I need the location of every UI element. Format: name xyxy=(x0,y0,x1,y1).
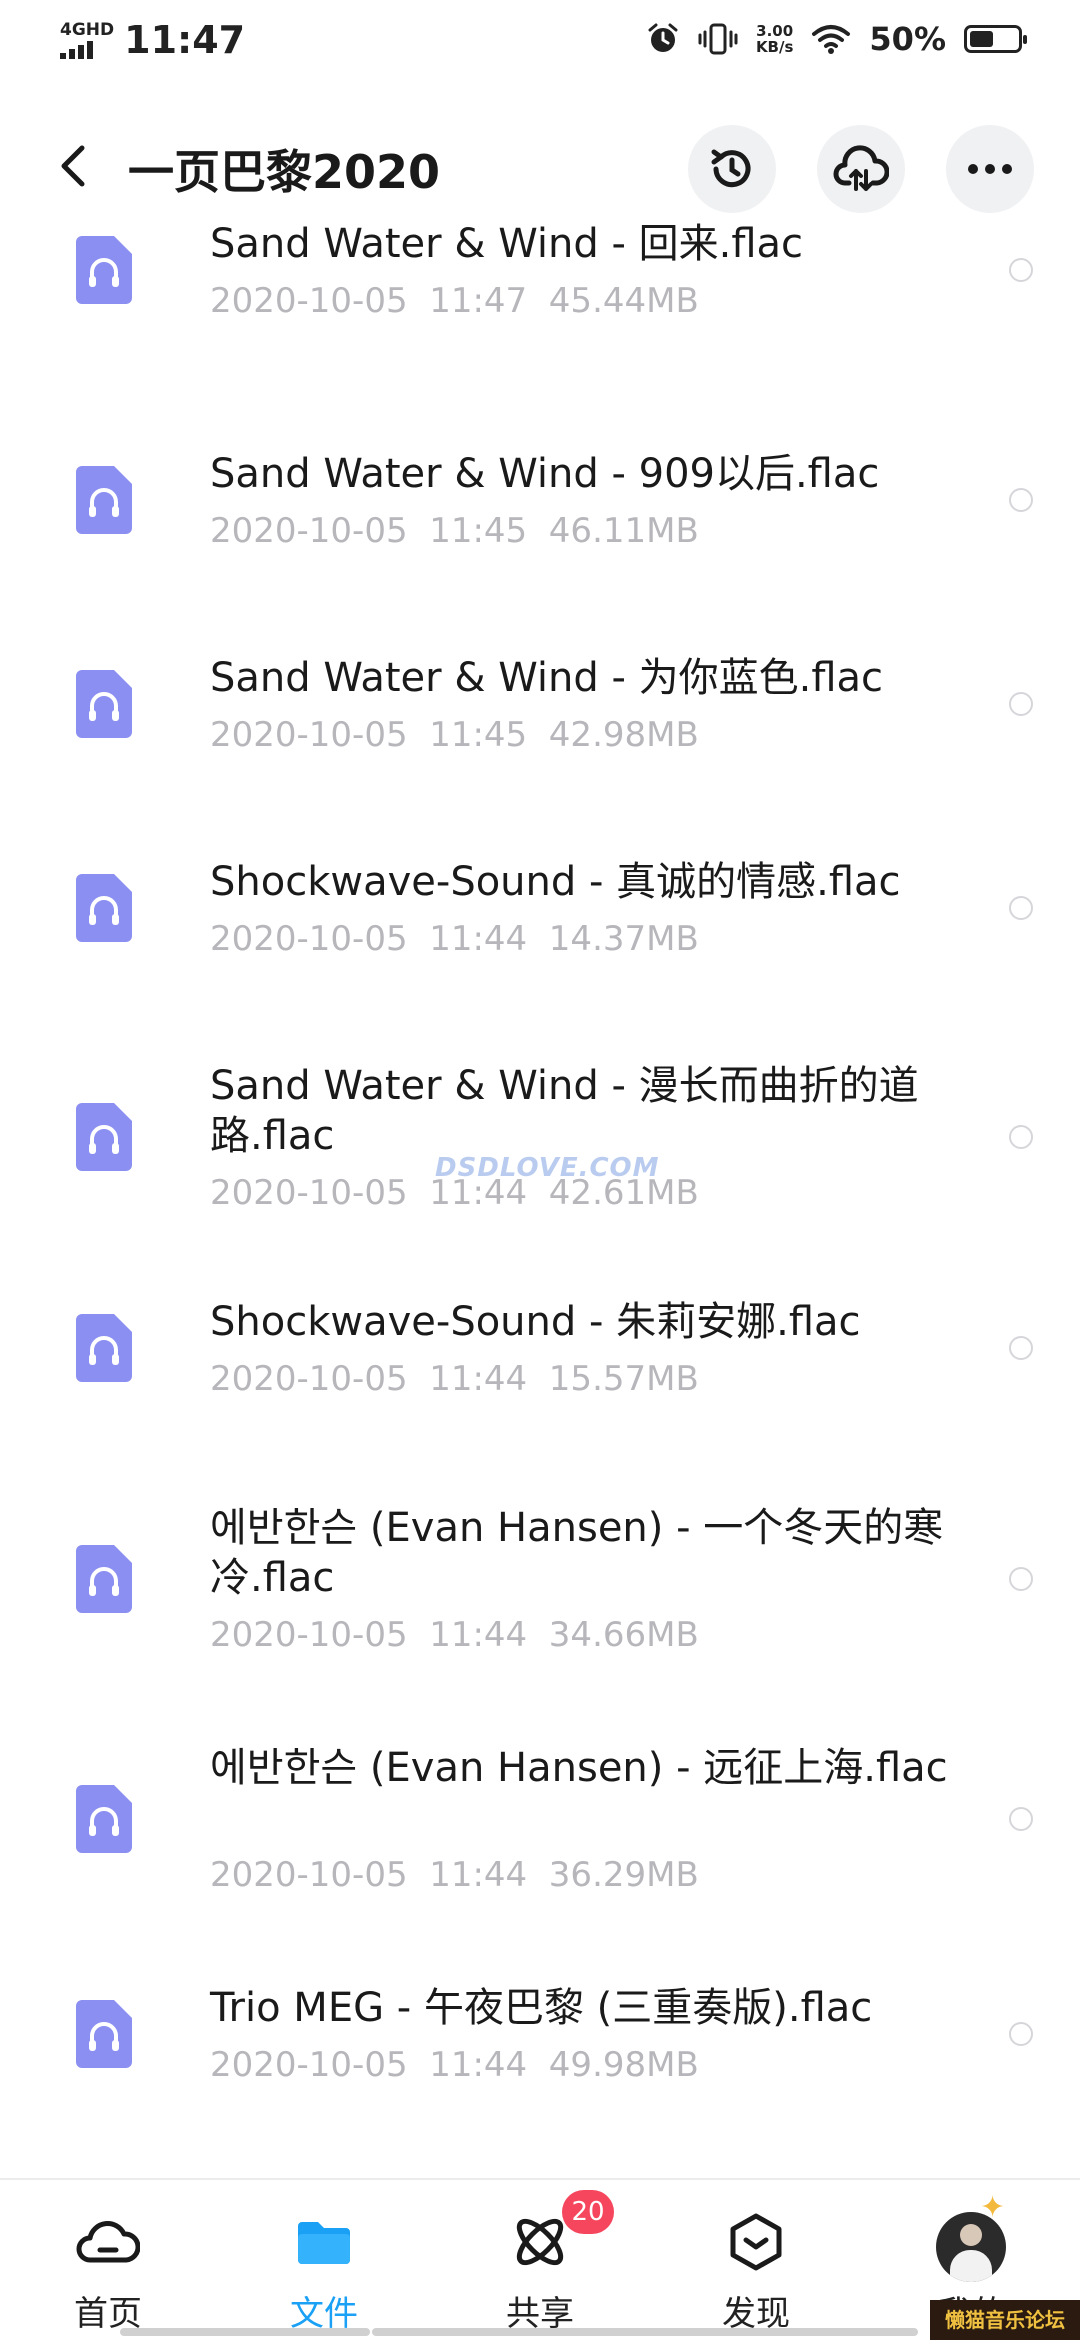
file-row[interactable]: 에반한슨 (Evan Hansen) - 远征上海.flac 2020-10-05… xyxy=(0,1721,1080,1961)
battery-icon xyxy=(964,25,1027,53)
audio-file-icon xyxy=(76,1545,132,1613)
select-radio[interactable] xyxy=(1009,692,1033,716)
file-meta: 2020-10-05 11:45 46.11MB xyxy=(210,511,699,551)
select-radio[interactable] xyxy=(1009,488,1033,512)
cloud-transfer-button[interactable] xyxy=(817,125,905,213)
share-badge: 20 xyxy=(562,2190,614,2234)
back-icon[interactable] xyxy=(50,138,100,194)
file-name: Shockwave-Sound - 朱莉安娜.flac xyxy=(210,1299,861,1345)
select-radio[interactable] xyxy=(1009,1125,1033,1149)
select-radio[interactable] xyxy=(1009,258,1033,282)
file-meta: 2020-10-05 11:44 49.98MB xyxy=(210,2045,699,2085)
file-name: Sand Water & Wind - 回来.flac xyxy=(210,221,804,267)
select-radio[interactable] xyxy=(1009,1567,1033,1591)
audio-file-icon xyxy=(76,670,132,738)
clock: 11:47 xyxy=(124,18,246,62)
network-speed: 3.00 KB/s xyxy=(755,22,794,56)
bottom-nav: 首页 文件 共享 发现 我的 xyxy=(0,2178,1080,2342)
discover-cube-icon xyxy=(730,2213,782,2271)
vibrate-icon xyxy=(698,23,738,55)
status-bar: 4GHD 11:47 3.00 KB/s 50% xyxy=(0,0,1080,90)
file-meta: 2020-10-05 11:44 15.57MB xyxy=(210,1359,699,1399)
page-title: 一页巴黎2020 xyxy=(128,145,441,199)
audio-file-icon xyxy=(76,1785,132,1853)
file-row[interactable]: Shockwave-Sound - 真诚的情感.flac 2020-10-05 1… xyxy=(0,837,1080,1041)
more-icon xyxy=(968,164,1012,174)
wifi-icon xyxy=(812,25,851,54)
file-meta: 2020-10-05 11:44 14.37MB xyxy=(210,919,699,959)
file-name: Shockwave-Sound - 真诚的情感.flac xyxy=(210,859,901,905)
folder-icon xyxy=(298,2222,350,2264)
file-meta: 2020-10-05 11:44 34.66MB xyxy=(210,1615,699,1655)
file-meta: 2020-10-05 11:47 45.44MB xyxy=(210,281,699,321)
file-row[interactable]: Sand Water & Wind - 回来.flac 2020-10-05 11… xyxy=(0,221,1080,429)
alarm-icon xyxy=(648,23,678,52)
audio-file-icon xyxy=(76,2000,132,2068)
file-row[interactable]: Sand Water & Wind - 为你蓝色.flac 2020-10-05 … xyxy=(0,633,1080,837)
file-row[interactable]: Sand Water & Wind - 909以后.flac 2020-10-05… xyxy=(0,429,1080,633)
select-radio[interactable] xyxy=(1009,896,1033,920)
file-name: Sand Water & Wind - 909以后.flac xyxy=(210,451,880,497)
crown-icon: ✦ xyxy=(980,2190,1006,2225)
select-radio[interactable] xyxy=(1009,2022,1033,2046)
audio-file-icon xyxy=(76,874,132,942)
forum-watermark-stamp: 懒猫音乐论坛 xyxy=(930,2300,1080,2340)
history-icon xyxy=(711,149,751,188)
select-radio[interactable] xyxy=(1009,1807,1033,1831)
file-name: Sand Water & Wind - 漫长而曲折的道路.flac xyxy=(210,1063,919,1159)
file-name: 에반한슨 (Evan Hansen) - 远征上海.flac xyxy=(210,1745,948,1791)
battery-percent: 50% xyxy=(869,20,946,58)
tab-discover[interactable]: 发现 xyxy=(656,2180,856,2342)
home-indicator xyxy=(120,2328,370,2336)
cloud-home-icon xyxy=(76,2221,140,2263)
signal-icon: 4GHD xyxy=(60,21,114,59)
home-indicator xyxy=(372,2328,918,2336)
file-row[interactable]: Shockwave-Sound - 朱莉安娜.flac 2020-10-05 11… xyxy=(0,1277,1080,1481)
file-name: Sand Water & Wind - 为你蓝色.flac xyxy=(210,655,884,701)
audio-file-icon xyxy=(76,466,132,534)
file-name: Trio MEG - 午夜巴黎 (三重奏版).flac xyxy=(210,1985,873,2031)
file-meta: 2020-10-05 11:44 36.29MB xyxy=(210,1855,699,1895)
file-meta: 2020-10-05 11:45 42.98MB xyxy=(210,715,699,755)
watermark: DSDLOVE.COM xyxy=(435,1153,660,1183)
app-header: 一页巴黎2020 xyxy=(0,110,1080,220)
cloud-upload-icon xyxy=(833,145,889,191)
history-button[interactable] xyxy=(688,125,776,213)
file-row[interactable]: Trio MEG - 午夜巴黎 (三重奏版).flac 2020-10-05 11… xyxy=(0,1961,1080,2165)
more-button[interactable] xyxy=(946,125,1034,213)
audio-file-icon xyxy=(76,1103,132,1171)
file-row[interactable]: 에반한슨 (Evan Hansen) - 一个冬天的寒冷.flac 2020-10… xyxy=(0,1481,1080,1721)
audio-file-icon xyxy=(76,1314,132,1382)
file-name: 에반한슨 (Evan Hansen) - 一个冬天的寒冷.flac xyxy=(210,1505,944,1601)
tab-home[interactable]: 首页 xyxy=(8,2180,208,2342)
network-type: 4GHD xyxy=(60,20,115,40)
tab-files[interactable]: 文件 xyxy=(224,2180,424,2342)
audio-file-icon xyxy=(76,236,132,304)
select-radio[interactable] xyxy=(1009,1336,1033,1360)
